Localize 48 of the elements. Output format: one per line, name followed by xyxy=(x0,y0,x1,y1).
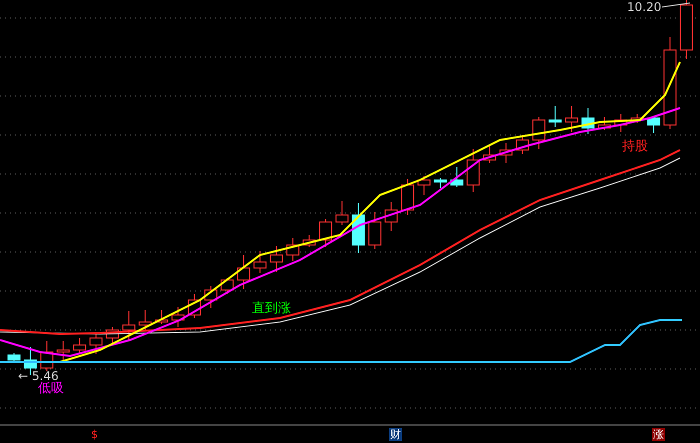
candlestick xyxy=(500,142,512,164)
candlestick xyxy=(302,234,316,248)
candlestick xyxy=(598,116,611,130)
candlestick xyxy=(90,332,102,354)
candlestick xyxy=(122,310,136,340)
candlestick xyxy=(336,200,348,226)
candlestick xyxy=(368,212,382,250)
candlestick xyxy=(56,340,70,360)
candlestick xyxy=(434,178,447,188)
candlestick xyxy=(220,278,234,294)
candlestick xyxy=(450,166,464,188)
candlestick xyxy=(138,310,152,332)
candlestick xyxy=(40,340,54,372)
candlestick xyxy=(565,106,578,132)
candlestick xyxy=(188,294,201,318)
candlestick xyxy=(270,246,283,272)
candlestick xyxy=(384,202,398,232)
candlestick xyxy=(582,108,594,134)
event-marker[interactable]: 财 xyxy=(389,428,402,441)
low-price-label: ← 5.46 xyxy=(18,369,59,383)
candlestick xyxy=(8,352,20,362)
candlestick xyxy=(106,326,119,344)
event-marker[interactable]: 涨 xyxy=(652,428,665,441)
candlestick xyxy=(548,106,562,128)
candlestick xyxy=(614,114,628,132)
candlestick xyxy=(237,254,250,290)
leader-line xyxy=(662,2,690,8)
candlestick xyxy=(516,134,529,154)
candlestick xyxy=(532,116,546,150)
candlestick xyxy=(352,202,365,254)
candlestick xyxy=(286,238,300,262)
candlestick xyxy=(319,218,332,248)
candlestick xyxy=(73,338,86,354)
signal-label: 持股 xyxy=(622,139,648,154)
candlestick xyxy=(254,250,266,274)
event-marker[interactable]: $ xyxy=(90,428,99,441)
candlestick xyxy=(630,114,644,124)
signal-label: 低吸 xyxy=(38,381,64,396)
signal-label: 直到涨 xyxy=(252,301,291,316)
candlestick xyxy=(155,310,168,324)
candlestick xyxy=(204,286,218,308)
candlestick xyxy=(466,148,480,192)
high-price-label: 10.20 xyxy=(627,0,662,14)
candlestick xyxy=(401,178,414,216)
candlestick xyxy=(418,176,430,196)
candlestick xyxy=(647,116,660,134)
candlestick xyxy=(483,146,496,164)
candlestick xyxy=(172,306,184,328)
